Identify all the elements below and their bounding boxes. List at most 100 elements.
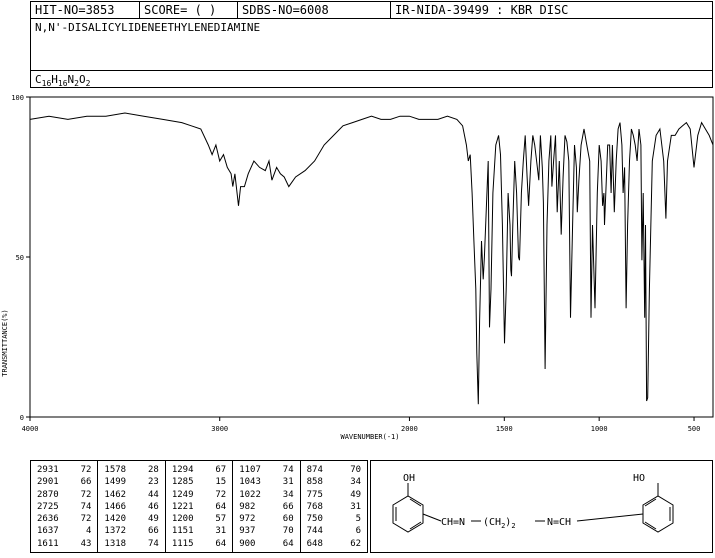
peak-row: 1578 28 bbox=[104, 464, 162, 476]
peak-wavenumber: 1637 bbox=[37, 526, 59, 537]
peak-column-1: 1578 28 1499 23 1462 44 1466 46 1420 49 1372 66 1318… bbox=[98, 461, 166, 552]
peak-transmittance: 4 bbox=[85, 526, 92, 537]
x-tick-label-4000: 4000 bbox=[22, 425, 39, 433]
peak-transmittance: 31 bbox=[215, 526, 227, 537]
x-tick-label-1500: 1500 bbox=[496, 425, 513, 433]
x-axis-label: WAVENUMBER(-1) bbox=[340, 433, 399, 441]
peak-transmittance: 66 bbox=[147, 526, 159, 537]
peak-wavenumber: 744 bbox=[306, 526, 323, 537]
score: SCORE= ( ) bbox=[140, 2, 238, 18]
peak-wavenumber: 972 bbox=[239, 514, 256, 525]
peak-row: 1462 44 bbox=[104, 489, 162, 501]
peak-wavenumber: 1221 bbox=[171, 501, 194, 512]
peak-wavenumber: 1318 bbox=[104, 538, 127, 549]
peak-wavenumber: 1115 bbox=[171, 538, 194, 549]
peak-row: 2725 74 bbox=[37, 501, 95, 513]
peak-row: 2870 72 bbox=[37, 489, 95, 501]
peak-row: 1249 72 bbox=[172, 489, 230, 501]
peak-wavenumber: 1499 bbox=[104, 477, 127, 488]
peak-row: 1043 31 bbox=[239, 476, 297, 488]
peak-row: 750 5 bbox=[307, 513, 365, 525]
peak-wavenumber: 900 bbox=[239, 538, 256, 549]
peak-transmittance: 64 bbox=[215, 538, 227, 549]
x-tick-label-500: 500 bbox=[688, 425, 701, 433]
peak-row: 1637 4 bbox=[37, 525, 95, 537]
peak-transmittance: 57 bbox=[215, 514, 227, 525]
x-tick-label-3000: 3000 bbox=[211, 425, 228, 433]
peak-row: 775 49 bbox=[307, 489, 365, 501]
peak-row: 937 70 bbox=[239, 525, 297, 537]
peak-row: 768 31 bbox=[307, 501, 365, 513]
peak-wavenumber: 1285 bbox=[171, 477, 194, 488]
hit-number: HIT-NO=3853 bbox=[31, 2, 140, 18]
y-tick-label-50: 50 bbox=[16, 254, 24, 262]
peak-wavenumber: 858 bbox=[306, 477, 323, 488]
peak-column-0: 2931 72 2901 66 2870 72 2725 74 2636 72 1637 4 1611 4… bbox=[31, 461, 99, 552]
peak-row: 648 62 bbox=[307, 538, 365, 550]
peak-wavenumber: 1462 bbox=[104, 489, 127, 500]
peak-row: 1107 74 bbox=[239, 464, 297, 476]
oh-label-left: OH bbox=[403, 473, 415, 484]
peak-row: 1221 64 bbox=[172, 501, 230, 513]
peak-transmittance: 74 bbox=[80, 501, 92, 512]
peak-row: 1372 66 bbox=[104, 525, 162, 537]
peak-row: 1499 23 bbox=[104, 476, 162, 488]
imine-right: N=CH bbox=[547, 517, 571, 528]
peak-wavenumber: 937 bbox=[239, 526, 256, 537]
peak-row: 1285 15 bbox=[172, 476, 230, 488]
peak-row: 1318 74 bbox=[104, 538, 162, 550]
header-bar: HIT-NO=3853 SCORE= ( ) SDBS-NO=6008 IR-N… bbox=[30, 1, 713, 19]
peak-wavenumber: 2931 bbox=[37, 465, 59, 475]
peak-wavenumber: 750 bbox=[306, 514, 323, 525]
peak-transmittance: 66 bbox=[282, 501, 294, 512]
y-axis-label: TRANSMITTANCE(%) bbox=[1, 309, 9, 376]
peak-transmittance: 60 bbox=[282, 514, 294, 525]
peak-transmittance: 70 bbox=[350, 465, 362, 475]
peak-row: 972 60 bbox=[239, 513, 297, 525]
ethylene-bridge: (CH2)2 bbox=[483, 517, 516, 530]
peak-wavenumber: 775 bbox=[306, 489, 323, 500]
peak-transmittance: 31 bbox=[282, 477, 294, 488]
peak-transmittance: 44 bbox=[147, 489, 159, 500]
peak-transmittance: 72 bbox=[215, 489, 227, 500]
chemical-structure: OH CH=N (CH2)2 N=CH HO bbox=[370, 460, 713, 553]
peak-row: 900 64 bbox=[239, 538, 297, 550]
peak-transmittance: 72 bbox=[80, 465, 92, 475]
peak-row: 1611 43 bbox=[37, 538, 95, 550]
ir-info: IR-NIDA-39499 : KBR DISC bbox=[395, 3, 569, 17]
peak-transmittance: 70 bbox=[282, 526, 294, 537]
peak-transmittance: 46 bbox=[147, 501, 159, 512]
peak-transmittance: 34 bbox=[282, 489, 294, 500]
peak-wavenumber: 2636 bbox=[37, 514, 59, 525]
y-tick-label-0: 0 bbox=[20, 414, 24, 422]
peak-row: 1294 67 bbox=[172, 464, 230, 476]
peak-column-4: 874 70 858 34 775 49 768 31 750 5 744 6 648 62 bbox=[301, 461, 367, 552]
peak-wavenumber: 874 bbox=[306, 465, 323, 475]
peak-row: 858 34 bbox=[307, 476, 365, 488]
ir-spectrum-chart: 4000 3000 2000 1500 1000 500 0 50 100 TRANSMITTA… bbox=[1, 94, 714, 441]
peak-transmittance: 23 bbox=[147, 477, 159, 488]
peak-transmittance: 43 bbox=[80, 538, 92, 549]
peak-transmittance: 64 bbox=[215, 501, 227, 512]
peak-transmittance: 66 bbox=[80, 477, 92, 488]
peak-wavenumber: 1372 bbox=[104, 526, 127, 537]
peak-wavenumber: 1294 bbox=[171, 465, 194, 475]
imine-left: CH=N bbox=[441, 517, 465, 528]
compound-name: N,N'-DISALICYLIDENEETHYLENEDIAMINE bbox=[30, 18, 713, 71]
molecular-formula: C16H16N2O2 bbox=[30, 70, 713, 88]
peak-transmittance: 15 bbox=[215, 477, 227, 488]
peak-wavenumber: 1200 bbox=[171, 514, 194, 525]
peak-transmittance: 49 bbox=[350, 489, 362, 500]
peak-row: 2901 66 bbox=[37, 476, 95, 488]
peak-wavenumber: 1151 bbox=[171, 526, 194, 537]
peak-row: 2931 72 bbox=[37, 464, 95, 476]
benzene-ring-right bbox=[642, 495, 674, 533]
peak-column-2: 1294 67 1285 15 1249 72 1221 64 1200 57 1151 31 1115… bbox=[166, 461, 234, 552]
peak-row: 982 66 bbox=[239, 501, 297, 513]
peak-transmittance: 72 bbox=[80, 514, 92, 525]
peak-wavenumber: 648 bbox=[306, 538, 323, 549]
peak-wavenumber: 1249 bbox=[171, 489, 194, 500]
peak-table: 2931 72 2901 66 2870 72 2725 74 2636 72 1637 4 1611 4… bbox=[30, 460, 368, 553]
peak-row: 1151 31 bbox=[172, 525, 230, 537]
peak-transmittance: 49 bbox=[147, 514, 159, 525]
